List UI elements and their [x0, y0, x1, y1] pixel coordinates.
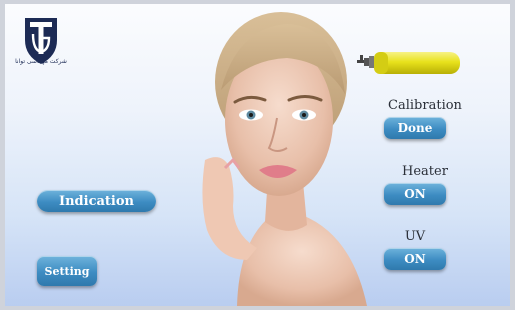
heater-toggle-button[interactable]: ON [384, 183, 446, 205]
calibration-label: Calibration [388, 98, 462, 113]
logo-caption: شرکت مهندسی توانا [15, 58, 67, 65]
indication-button[interactable]: Indication [37, 190, 156, 212]
screen: شرکت مهندسی توانا Calibration Done Heate… [5, 4, 510, 306]
uv-label: UV [404, 229, 426, 244]
setting-button[interactable]: Setting [37, 256, 97, 286]
calibration-status-button[interactable]: Done [384, 117, 446, 139]
uv-toggle-button[interactable]: ON [384, 248, 446, 270]
woman-portrait-image [177, 10, 377, 306]
heater-label: Heater [402, 164, 448, 179]
gas-cylinder-icon [355, 50, 463, 78]
